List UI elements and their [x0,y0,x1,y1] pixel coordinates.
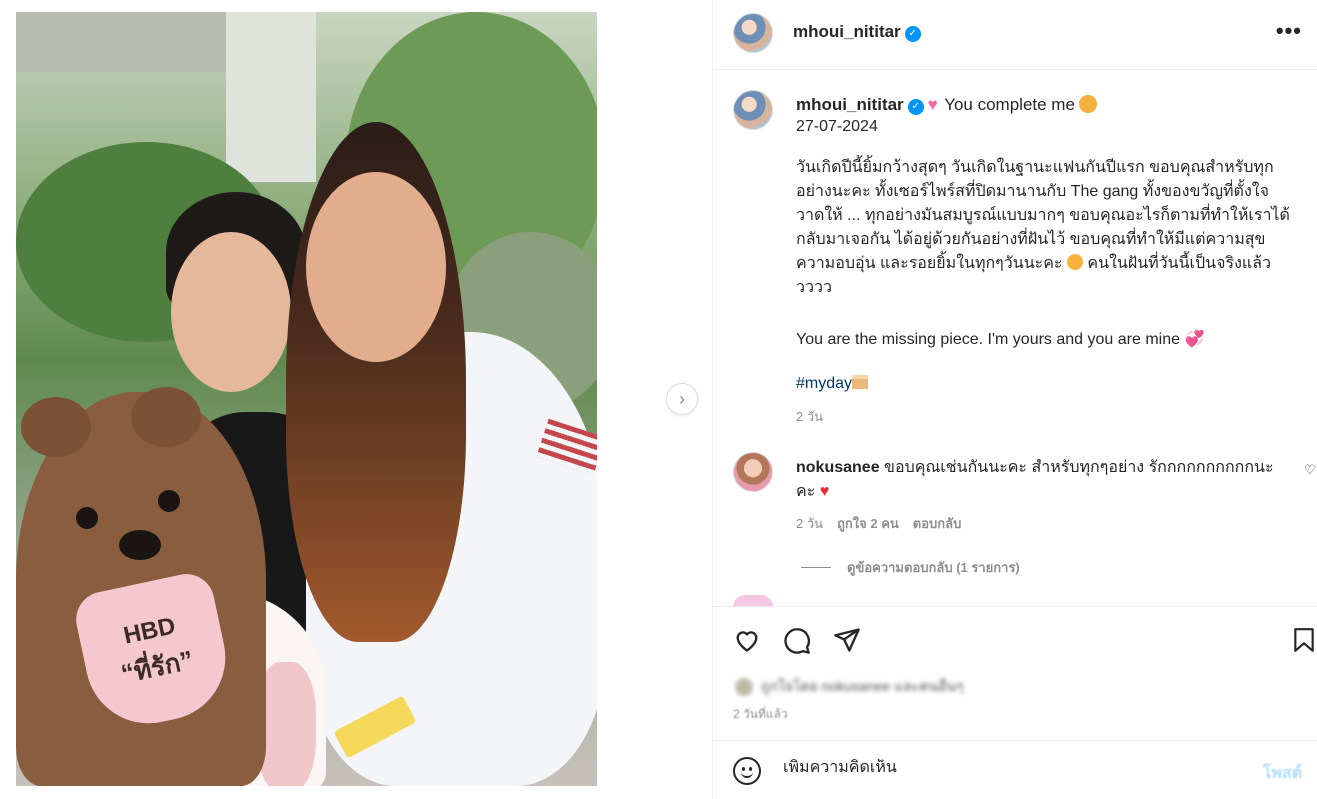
kissing-face-icon [1078,95,1097,113]
caption-english-text: You are the missing piece. I'm yours and… [796,331,1180,348]
replies-divider [801,567,831,568]
caption-age: 2 วัน [796,409,824,424]
smiling-face-icon [1066,254,1083,270]
comment-text: nokusanee ขอบคุณเช่นกันนะคะ สำหรับทุกๆอย… [796,456,1286,504]
two-hearts-icon: 💞 [1184,331,1205,348]
red-heart-icon: ♥ [819,483,830,500]
photo-bear-nose [119,530,161,560]
caption-hashtag: #myday [796,375,869,393]
caption-heading: mhoui_nititar ✓ ♥ You complete me [796,94,1097,116]
caption-title: You complete me [944,95,1075,114]
add-comment-bar: โพสต์ [713,740,1317,799]
verified-icon: ✓ [904,25,921,42]
photo-face-right [306,172,446,362]
post-header: mhoui_nititar ✓ ••• [713,0,1317,70]
post-side-panel: mhoui_nititar ✓ ••• mhoui_nititar ✓ ♥ You c… [712,0,1317,799]
caption-date: 27-07-2024 [796,118,878,135]
photo-pillar [226,12,316,182]
comment-reply-button[interactable]: ตอบกลับ [913,513,962,534]
more-options-icon[interactable]: ••• [1276,18,1302,44]
author-username-text[interactable]: mhoui_nititar [793,22,901,41]
photo-bear-eye [76,507,98,529]
chevron-right-icon: › [679,388,685,409]
comment-likes-count[interactable]: ถูกใจ 2 คน [837,513,899,534]
save-bookmark-icon[interactable] [1293,627,1315,653]
caption-english: You are the missing piece. I'm yours and… [796,329,1296,351]
comment-like-icon[interactable]: ♡ [1304,462,1316,478]
post-comment-button[interactable]: โพสต์ [1263,761,1302,786]
photo-roof [16,12,226,72]
post-actions [713,606,1317,668]
photo-face-left [171,232,291,392]
likes-summary[interactable]: ถูกใจโดย nokusanee และคนอื่นๆ [735,676,1035,698]
next-slide-button[interactable]: › [666,383,698,415]
comment-icon[interactable] [783,627,811,655]
author-username[interactable]: mhoui_nititar ✓ [793,22,921,42]
emoji-picker-icon[interactable] [733,757,761,785]
post-photo[interactable]: HBD “ที่รัก” [16,12,597,786]
post-media-pane: HBD “ที่รัก” › [0,0,712,799]
caption-body: วันเกิดปีนี้ยิ้มกว้างสุดๆ วันเกิดในฐานะแ… [796,156,1296,300]
post-time-ago: 2 วันที่แล้ว [733,707,788,721]
author-avatar[interactable] [733,13,773,53]
hashtag-link[interactable]: #myday [796,375,852,392]
like-icon[interactable] [733,627,761,653]
liker-avatar [735,678,753,696]
photo-bear-eye [158,490,180,512]
commenter-username[interactable]: nokusanee [796,459,880,476]
view-replies-label: ดูข้อความตอบกลับ (1 รายการ) [847,560,1020,575]
likes-summary-text: ถูกใจโดย nokusanee และคนอื่นๆ [761,678,964,694]
commenter-avatar[interactable] [733,452,773,492]
caption-avatar[interactable] [733,90,773,130]
verified-icon: ✓ [907,99,924,115]
comment-meta: 2 วัน ถูกใจ 2 คน ตอบกลับ [796,513,961,534]
photo-bear-ear [131,387,201,447]
birthday-cake-icon [852,375,869,389]
share-icon[interactable] [833,627,861,653]
comments-scroll-area[interactable]: mhoui_nititar ✓ ♥ You complete me 27-07-20… [713,70,1317,606]
comment-age: 2 วัน [796,516,824,531]
next-comment-avatar-peek [733,595,773,606]
pink-heart-icon: ♥ [927,95,938,114]
view-replies-button[interactable]: ดูข้อความตอบกลับ (1 รายการ) [801,557,1020,578]
comment-input[interactable] [783,759,1223,777]
caption-username[interactable]: mhoui_nititar [796,95,904,114]
photo-bear-ear [21,397,91,457]
